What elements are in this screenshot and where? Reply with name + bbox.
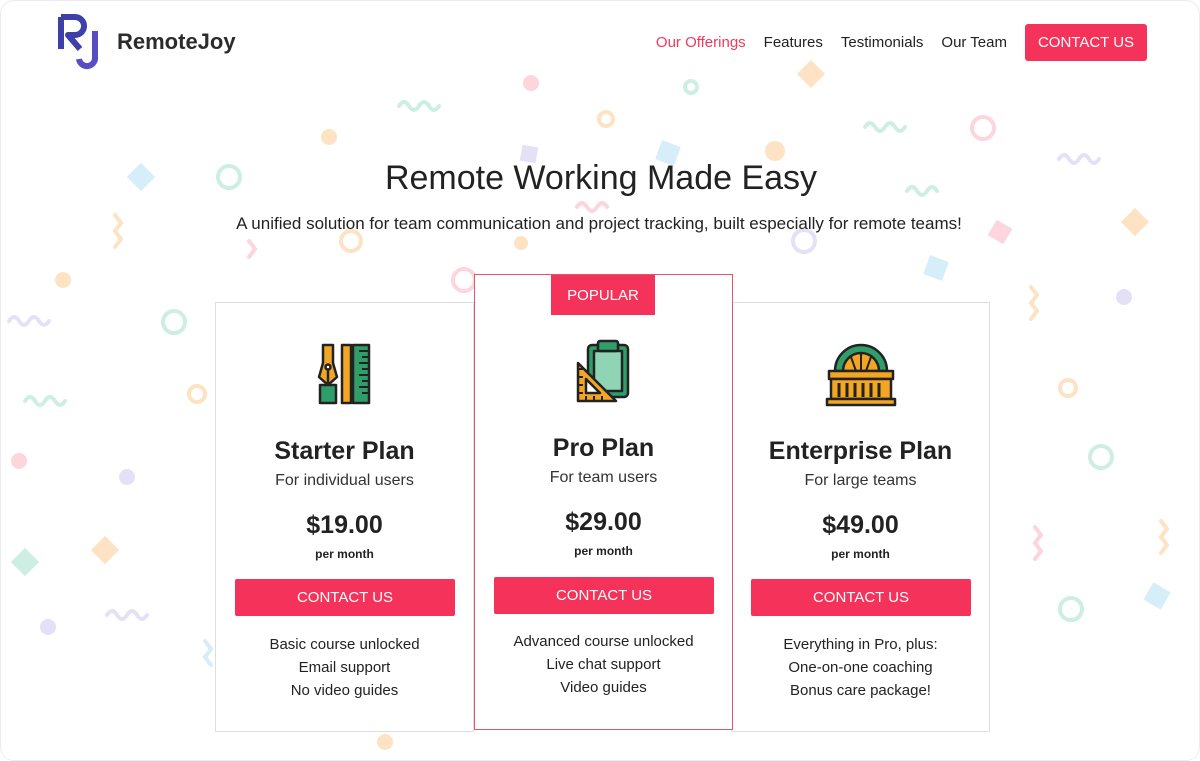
- feature-item: Bonus care package!: [790, 682, 931, 699]
- popular-badge: POPULAR: [551, 275, 655, 315]
- plan-description: For large teams: [804, 472, 917, 489]
- plan-period: per month: [315, 547, 374, 561]
- nav-link-testimonials[interactable]: Testimonials: [841, 34, 924, 51]
- plan-features: Basic course unlocked Email support No v…: [216, 633, 473, 702]
- feature-item: Basic course unlocked: [269, 636, 420, 653]
- plan-period: per month: [831, 547, 890, 561]
- nav-link-features[interactable]: Features: [764, 34, 823, 51]
- plan-features: Everything in Pro, plus: One-on-one coac…: [732, 633, 989, 702]
- plan-description: For individual users: [275, 472, 414, 489]
- pen-ruler-icon: [216, 341, 473, 407]
- building-icon: [732, 341, 989, 407]
- nav-link-our-offerings[interactable]: Our Offerings: [656, 34, 746, 51]
- feature-item: Advanced course unlocked: [513, 633, 694, 650]
- plan-name: Starter Plan: [274, 437, 415, 465]
- feature-item: No video guides: [290, 682, 399, 699]
- header-contact-button[interactable]: CONTACT US: [1025, 24, 1147, 61]
- hero-subtitle: A unified solution for team communicatio…: [236, 214, 962, 233]
- starter-contact-button[interactable]: CONTACT US: [235, 579, 455, 616]
- feature-item: One-on-one coaching: [788, 659, 933, 676]
- plan-price: $49.00: [822, 511, 899, 539]
- plan-description: For team users: [549, 469, 658, 486]
- plan-price: $29.00: [565, 508, 642, 536]
- feature-item: Live chat support: [546, 656, 661, 673]
- plan-name: Pro Plan: [552, 434, 655, 462]
- plan-period: per month: [574, 544, 633, 558]
- pro-contact-button[interactable]: CONTACT US: [494, 577, 714, 614]
- nav-link-our-team[interactable]: Our Team: [941, 34, 1007, 51]
- plan-features: Advanced course unlocked Live chat suppo…: [475, 630, 732, 699]
- plan-card-starter: Starter Plan For individual users $19.00…: [215, 302, 474, 732]
- brand-logo[interactable]: RemoteJoy: [57, 13, 236, 71]
- main-nav: Our Offerings Features Testimonials Our …: [638, 24, 1147, 61]
- clipboard-set-square-icon: [475, 339, 732, 405]
- feature-item: Email support: [298, 659, 391, 676]
- feature-item: Video guides: [560, 679, 647, 696]
- page-frame: RemoteJoy Our Offerings Features Testimo…: [0, 0, 1200, 761]
- plan-card-enterprise: Enterprise Plan For large teams $49.00 p…: [731, 302, 990, 732]
- plan-price: $19.00: [306, 511, 383, 539]
- enterprise-contact-button[interactable]: CONTACT US: [751, 579, 971, 616]
- feature-item: Everything in Pro, plus:: [783, 636, 938, 653]
- plan-name: Enterprise Plan: [768, 437, 953, 465]
- plan-card-pro: POPULAR Pro Plan For team users $29.00 p…: [474, 274, 733, 730]
- brand-name: RemoteJoy: [117, 29, 236, 54]
- hero-title: Remote Working Made Easy: [384, 159, 818, 197]
- logo-mark-icon: [57, 13, 105, 71]
